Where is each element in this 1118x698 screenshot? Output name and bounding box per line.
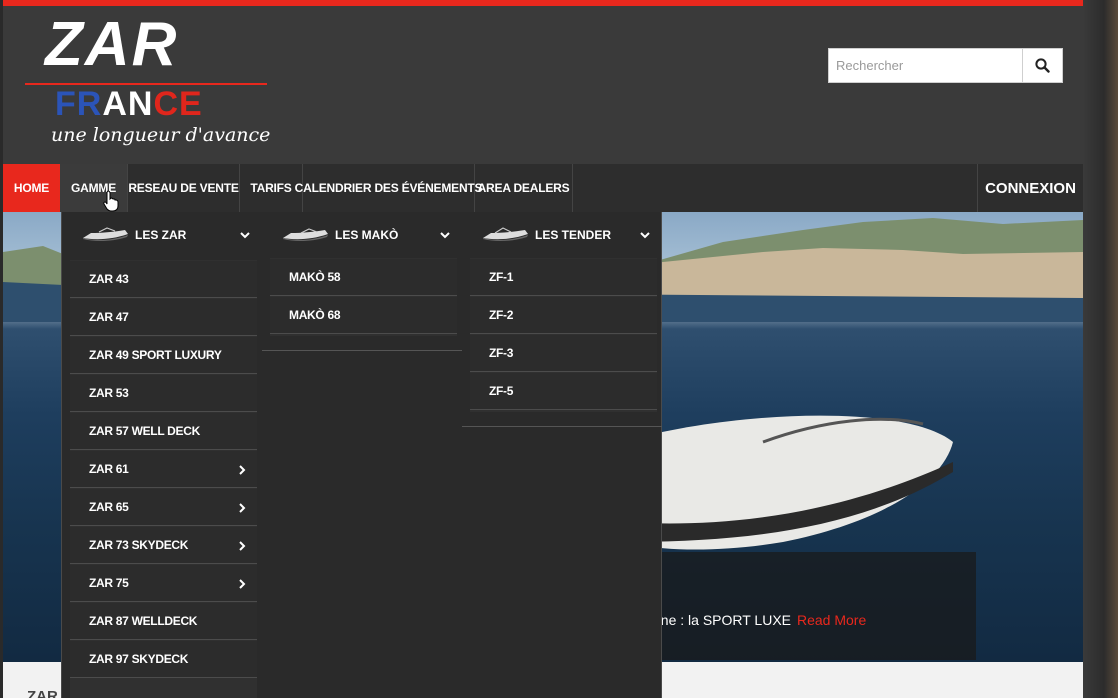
mega-menu-item[interactable]: ZAR 49 SPORT LUXURY	[70, 337, 257, 374]
mega-col-head-mako[interactable]: LES MAKÒ	[281, 212, 451, 258]
mega-menu-item-label: ZAR 75	[89, 576, 129, 590]
mega-menu-item-label: ZAR 43	[89, 272, 129, 286]
mega-col-divider	[262, 350, 462, 351]
mega-col-heading: LES ZAR	[135, 228, 187, 242]
mega-col-divider	[462, 426, 662, 427]
mega-menu-item-label: MAKÒ 58	[289, 270, 341, 284]
mega-menu-item[interactable]: ZAR 61	[70, 451, 257, 488]
main-nav: HOME GAMME RESEAU DE VENTE TARIFS CALEND…	[3, 164, 1083, 212]
mega-menu-item-label: MAKÒ 68	[289, 308, 341, 322]
hand-cursor-icon	[103, 190, 119, 212]
mega-menu-item[interactable]: ZF-3	[470, 335, 657, 372]
gamme-mega-menu: LES ZAR ZAR 43 ZAR 47 ZAR 49 SPORT LUXURY Z…	[61, 212, 662, 698]
boat-icon	[283, 228, 328, 242]
mega-menu-item[interactable]: ZAR 75	[70, 565, 257, 602]
nav-reseau-de-vente[interactable]: RESEAU DE VENTE	[128, 164, 240, 212]
mega-menu-item-label: ZF-1	[489, 270, 514, 284]
mega-menu-item[interactable]: ZAR 65	[70, 489, 257, 526]
mega-col-heading: LES TENDER	[535, 228, 612, 242]
read-more-link[interactable]: Read More	[797, 612, 866, 628]
nav-tarifs[interactable]: TARIFS	[240, 164, 303, 212]
mega-menu-item[interactable]: ZAR 97 SKYDECK	[70, 641, 257, 678]
nav-area-dealers[interactable]: AREA DEALERS	[475, 164, 573, 212]
chevron-down-icon	[240, 232, 250, 239]
hero-caption-panel	[661, 552, 976, 660]
mega-menu-item-label: ZAR 97 SKYDECK	[89, 652, 189, 666]
mega-col-head-tender[interactable]: LES TENDER	[481, 212, 651, 258]
chevron-down-icon	[440, 232, 450, 239]
page: ZAR FRANCE une longueur d'avance HOME GA…	[3, 0, 1083, 698]
mega-menu-item-label: ZAR 53	[89, 386, 129, 400]
mega-menu-item-label: ZAR 73 SKYDECK	[89, 538, 189, 552]
search-input[interactable]	[829, 49, 1022, 82]
mega-menu-item[interactable]: ZAR 47	[70, 299, 257, 336]
chevron-right-icon	[239, 503, 246, 513]
mega-menu-item-label: ZAR 57 WELL DECK	[89, 424, 200, 438]
mega-menu-item-label: ZF-3	[489, 346, 514, 360]
mega-menu-item-label: ZF-5	[489, 384, 514, 398]
mega-menu-item-label: ZAR 47	[89, 310, 129, 324]
nav-home[interactable]: HOME	[3, 164, 60, 212]
nav-calendrier[interactable]: CALENDRIER DES ÉVÉNEMENTS	[295, 164, 483, 212]
logo-tagline: une longueur d'avance	[51, 124, 271, 146]
mega-menu-item[interactable]: MAKÒ 68	[270, 297, 457, 334]
logo-france-text: FRANCE	[55, 85, 203, 123]
search-box	[828, 48, 1063, 83]
mega-menu-item[interactable]: ZAR 57 WELL DECK	[70, 413, 257, 450]
content-heading: ZAR	[27, 688, 58, 698]
mega-menu-item[interactable]: ZAR 43	[70, 261, 257, 298]
mega-menu-item-label: ZF-2	[489, 308, 514, 322]
mega-menu-item[interactable]: ZAR 53	[70, 375, 257, 412]
search-button[interactable]	[1022, 49, 1062, 82]
search-icon	[1035, 58, 1050, 73]
hero-caption: gne : la SPORT LUXE Read More	[653, 612, 867, 628]
mega-col-head-zar[interactable]: LES ZAR	[81, 212, 251, 258]
mega-menu-item[interactable]: ZF-2	[470, 297, 657, 334]
mega-menu-item-label: ZAR 49 SPORT LUXURY	[89, 348, 222, 362]
site-header: ZAR FRANCE une longueur d'avance	[3, 6, 1083, 164]
chevron-right-icon	[239, 465, 246, 475]
mega-menu-item-label: ZAR 61	[89, 462, 129, 476]
mega-menu-item[interactable]: ZAR 87 WELLDECK	[70, 603, 257, 640]
login-link[interactable]: CONNEXION	[977, 164, 1083, 212]
mega-menu-item[interactable]: ZAR 73 SKYDECK	[70, 527, 257, 564]
logo-zar-text: ZAR	[45, 10, 179, 79]
boat-icon	[83, 227, 128, 242]
page-right-background	[1083, 0, 1118, 698]
mega-col-heading: LES MAKÒ	[335, 228, 399, 242]
chevron-down-icon	[640, 232, 650, 239]
site-logo[interactable]: ZAR FRANCE une longueur d'avance	[25, 14, 270, 154]
chevron-right-icon	[239, 541, 246, 551]
mega-menu-item[interactable]: ZF-1	[470, 259, 657, 296]
chevron-right-icon	[239, 579, 246, 589]
mega-menu-item-label: ZAR 87 WELLDECK	[89, 614, 198, 628]
mega-menu-item[interactable]: MAKÒ 58	[270, 259, 457, 296]
boat-icon	[483, 227, 528, 242]
mega-menu-item[interactable]: ZF-5	[470, 373, 657, 410]
mega-menu-item-label: ZAR 65	[89, 500, 129, 514]
